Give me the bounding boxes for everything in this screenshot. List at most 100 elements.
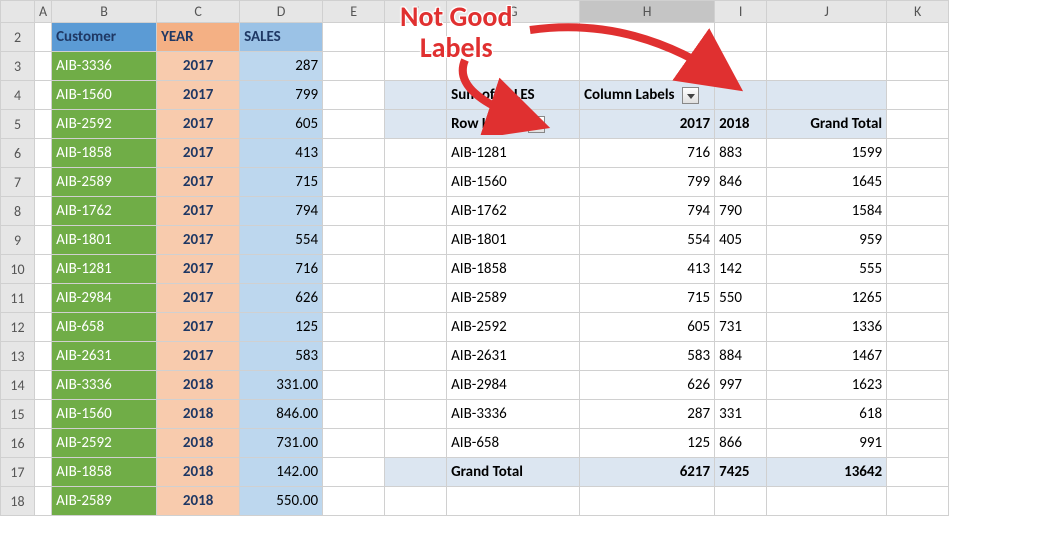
cell-E11[interactable]	[323, 284, 385, 313]
cell-customer[interactable]: AIB-2589	[52, 168, 157, 197]
cell-year[interactable]: 2017	[157, 313, 240, 342]
cell-F3[interactable]	[385, 52, 447, 81]
cell-K13[interactable]	[887, 342, 949, 371]
cell-year[interactable]: 2018	[157, 487, 240, 516]
cell-F9[interactable]	[385, 226, 447, 255]
cell-K16[interactable]	[887, 429, 949, 458]
pivot-row-name[interactable]: AIB-1801	[447, 226, 580, 255]
cell-E2[interactable]	[323, 23, 385, 52]
cell-A3[interactable]	[35, 52, 52, 81]
pivot-year-2[interactable]: 2018	[715, 110, 767, 139]
cell-H3[interactable]	[580, 52, 715, 81]
cell-E16[interactable]	[323, 429, 385, 458]
cell-customer[interactable]: AIB-2631	[52, 342, 157, 371]
pivot-val-y1[interactable]: 554	[580, 226, 715, 255]
cell-H2[interactable]	[580, 23, 715, 52]
cell-A15[interactable]	[35, 400, 52, 429]
cell-sales[interactable]: 413	[240, 139, 323, 168]
pivot-val-y2[interactable]: 405	[715, 226, 767, 255]
pivot-row-name[interactable]: AIB-2631	[447, 342, 580, 371]
cell-sales[interactable]: 583	[240, 342, 323, 371]
cell-F15[interactable]	[385, 400, 447, 429]
cell-G2[interactable]	[447, 23, 580, 52]
pivot-row-total[interactable]: 1645	[767, 168, 887, 197]
row-header-9[interactable]: 9	[1, 226, 35, 255]
cell-customer[interactable]: AIB-1560	[52, 81, 157, 110]
cell-A14[interactable]	[35, 371, 52, 400]
pivot-row-total[interactable]: 1584	[767, 197, 887, 226]
cell-customer[interactable]: AIB-1801	[52, 226, 157, 255]
spreadsheet-grid[interactable]: A B C D E F G H I J K 2CustomerYEARSALES…	[0, 0, 949, 516]
header-year[interactable]: YEAR	[157, 23, 240, 52]
cell-sales[interactable]: 554	[240, 226, 323, 255]
cell-sales[interactable]: 846.00	[240, 400, 323, 429]
row-header-6[interactable]: 6	[1, 139, 35, 168]
cell-year[interactable]: 2018	[157, 400, 240, 429]
row-header-3[interactable]: 3	[1, 52, 35, 81]
pivot-grand-total[interactable]: 13642	[767, 458, 887, 487]
pivot-row-name[interactable]: AIB-1560	[447, 168, 580, 197]
pivot-col-label[interactable]: Column Labels	[580, 81, 715, 110]
cell-year[interactable]: 2018	[157, 371, 240, 400]
cell-A4[interactable]	[35, 81, 52, 110]
cell-customer[interactable]: AIB-1281	[52, 255, 157, 284]
pivot-row-name[interactable]: AIB-2592	[447, 313, 580, 342]
pivot-val-y1[interactable]: 125	[580, 429, 715, 458]
pivot-val-y1[interactable]: 626	[580, 371, 715, 400]
cell-F18[interactable]	[385, 487, 447, 516]
cell-A16[interactable]	[35, 429, 52, 458]
row-header-18[interactable]: 18	[1, 487, 35, 516]
cell-A2[interactable]	[35, 23, 52, 52]
cell-A12[interactable]	[35, 313, 52, 342]
cell-F13[interactable]	[385, 342, 447, 371]
cell-F16[interactable]	[385, 429, 447, 458]
cell-K7[interactable]	[887, 168, 949, 197]
cell-year[interactable]: 2017	[157, 284, 240, 313]
header-customer[interactable]: Customer	[52, 23, 157, 52]
pivot-row-total[interactable]: 618	[767, 400, 887, 429]
col-labels-dropdown-icon[interactable]	[682, 87, 699, 104]
cell-customer[interactable]: AIB-3336	[52, 52, 157, 81]
cell-F7[interactable]	[385, 168, 447, 197]
pivot-val-y2[interactable]: 142	[715, 255, 767, 284]
cell-A5[interactable]	[35, 110, 52, 139]
cell-G3[interactable]	[447, 52, 580, 81]
cell-E17[interactable]	[323, 458, 385, 487]
row-header-16[interactable]: 16	[1, 429, 35, 458]
cell-F12[interactable]	[385, 313, 447, 342]
cell-year[interactable]: 2018	[157, 429, 240, 458]
cell-K12[interactable]	[887, 313, 949, 342]
cell-A8[interactable]	[35, 197, 52, 226]
col-header-F[interactable]: F	[385, 1, 447, 23]
row-header-4[interactable]: 4	[1, 81, 35, 110]
row-header-10[interactable]: 10	[1, 255, 35, 284]
pivot-row-total[interactable]: 959	[767, 226, 887, 255]
cell-E6[interactable]	[323, 139, 385, 168]
row-header-15[interactable]: 15	[1, 400, 35, 429]
row-header-2[interactable]: 2	[1, 23, 35, 52]
cell-E8[interactable]	[323, 197, 385, 226]
cell-K18[interactable]	[887, 487, 949, 516]
pivot-val-y1[interactable]: 799	[580, 168, 715, 197]
cell-F2[interactable]	[385, 23, 447, 52]
cell-sales[interactable]: 715	[240, 168, 323, 197]
cell-K3[interactable]	[887, 52, 949, 81]
cell-A6[interactable]	[35, 139, 52, 168]
cell-customer[interactable]: AIB-1858	[52, 139, 157, 168]
pivot-row-total[interactable]: 555	[767, 255, 887, 284]
pivot-val-y2[interactable]: 883	[715, 139, 767, 168]
cell-F17[interactable]	[385, 458, 447, 487]
cell-sales[interactable]: 125	[240, 313, 323, 342]
col-header-E[interactable]: E	[323, 1, 385, 23]
cell-H18[interactable]	[580, 487, 715, 516]
cell-E18[interactable]	[323, 487, 385, 516]
pivot-val-y1[interactable]: 583	[580, 342, 715, 371]
cell-K8[interactable]	[887, 197, 949, 226]
pivot-value-label[interactable]: Sum of SALES	[447, 81, 580, 110]
pivot-row-name[interactable]: AIB-658	[447, 429, 580, 458]
pivot-grand-y2[interactable]: 7425	[715, 458, 767, 487]
cell-A7[interactable]	[35, 168, 52, 197]
pivot-val-y2[interactable]: 846	[715, 168, 767, 197]
cell-year[interactable]: 2017	[157, 255, 240, 284]
pivot-row-total[interactable]: 1467	[767, 342, 887, 371]
